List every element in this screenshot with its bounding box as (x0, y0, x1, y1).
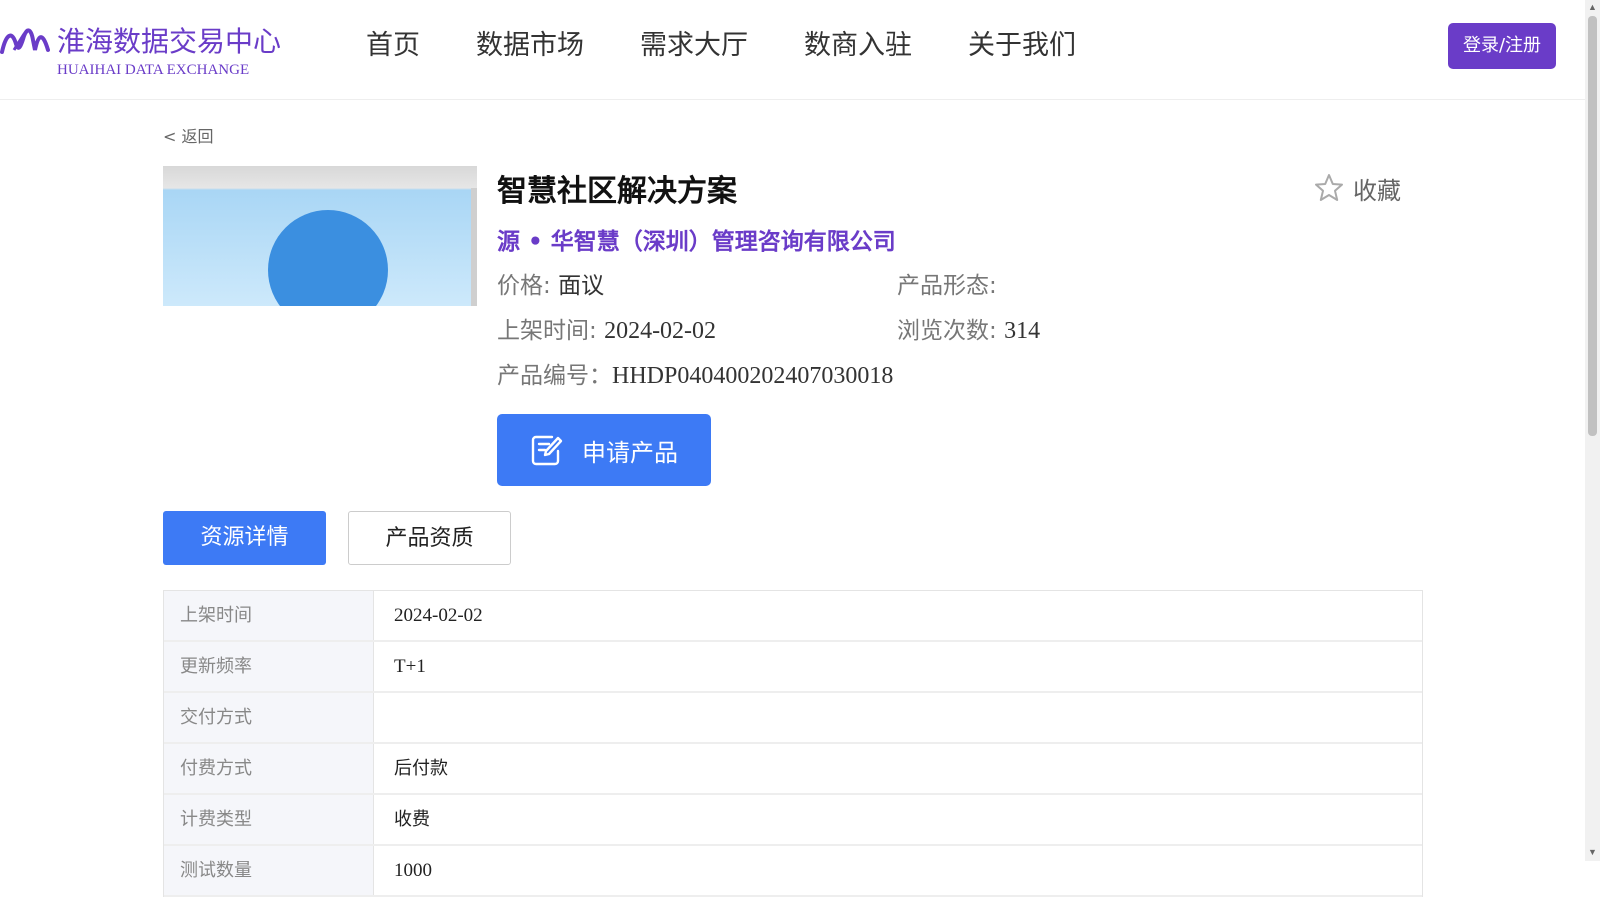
apply-product-label: 申请产品 (582, 438, 678, 467)
edit-icon (531, 435, 563, 466)
page-scrollbar[interactable]: ▲ ▼ (1585, 0, 1600, 861)
main-nav: 首页 数据市场 需求大厅 数商入驻 关于我们 (330, 24, 1104, 68)
table-row: 测试数量 1000 (164, 846, 1422, 897)
price-label: 价格: (497, 273, 551, 299)
logo-title: 淮海数据交易中心 (57, 25, 282, 58)
table-row: 上架时间 2024-02-02 (164, 591, 1422, 642)
row-value: 收费 (394, 809, 430, 830)
favorite-button[interactable]: 收藏 (1313, 170, 1401, 206)
nav-item-about[interactable]: 关于我们 (968, 24, 1076, 68)
favorite-label: 收藏 (1353, 176, 1401, 205)
apply-product-button[interactable]: 申请产品 (497, 414, 711, 486)
nav-item-demand-hall[interactable]: 需求大厅 (640, 24, 748, 68)
back-link[interactable]: < 返回 (163, 123, 214, 147)
row-value (374, 693, 1422, 742)
nav-item-merchant-join[interactable]: 数商入驻 (804, 24, 912, 68)
listed-label: 上架时间: (497, 318, 597, 344)
scroll-up-icon[interactable]: ▲ (1588, 2, 1597, 12)
site-header: 淮海数据交易中心 HUAIHAI DATA EXCHANGE 首页 数据市场 需… (0, 0, 1585, 100)
code-value: HHDP040400202407030018 (612, 363, 894, 389)
logo-subtitle: HUAIHAI DATA EXCHANGE (57, 62, 250, 78)
row-key: 计费类型 (164, 795, 374, 844)
price-field: 价格: 面议 (497, 266, 604, 300)
logo-mark-icon (0, 28, 50, 54)
nav-item-home[interactable]: 首页 (366, 24, 420, 68)
form-label: 产品形态: (897, 273, 997, 299)
site-logo[interactable]: 淮海数据交易中心 HUAIHAI DATA EXCHANGE (0, 20, 290, 80)
row-key: 上架时间 (164, 591, 374, 640)
views-field: 浏览次数: 314 (897, 311, 1040, 345)
listed-value: 2024-02-02 (604, 318, 717, 344)
form-field: 产品形态: (897, 266, 997, 300)
row-key: 交付方式 (164, 693, 374, 742)
image-edge (471, 188, 477, 306)
product-title: 智慧社区解决方案 (497, 174, 737, 209)
provider-name[interactable]: 源 • 华智慧（深圳）管理咨询有限公司 (497, 222, 896, 256)
views-value: 314 (1004, 318, 1041, 344)
row-value: 1000 (394, 860, 432, 881)
tab-product-qualification[interactable]: 产品资质 (348, 511, 511, 565)
row-key: 更新频率 (164, 642, 374, 691)
row-value: 后付款 (394, 758, 448, 779)
row-key: 测试数量 (164, 846, 374, 895)
scroll-down-icon[interactable]: ▼ (1588, 847, 1597, 857)
row-value: 2024-02-02 (394, 605, 483, 626)
table-row: 更新频率 T+1 (164, 642, 1422, 693)
row-value: T+1 (394, 656, 426, 677)
table-row: 计费类型 收费 (164, 795, 1422, 846)
image-arc-shape (268, 210, 388, 306)
scrollbar-thumb[interactable] (1588, 16, 1597, 436)
product-image (163, 166, 477, 306)
login-register-button[interactable]: 登录/注册 (1448, 23, 1556, 69)
code-label: 产品编号： (497, 363, 612, 389)
tab-resource-details[interactable]: 资源详情 (163, 511, 326, 565)
table-row: 付费方式 后付款 (164, 744, 1422, 795)
details-table: 上架时间 2024-02-02 更新频率 T+1 交付方式 付费方式 后付款 计… (163, 590, 1423, 897)
views-label: 浏览次数: (897, 318, 997, 344)
listed-field: 上架时间: 2024-02-02 (497, 311, 716, 345)
star-icon (1315, 174, 1343, 201)
table-row: 交付方式 (164, 693, 1422, 744)
nav-item-data-market[interactable]: 数据市场 (476, 24, 584, 68)
code-field: 产品编号：HHDP040400202407030018 (497, 356, 893, 390)
price-value: 面议 (558, 273, 605, 299)
row-key: 付费方式 (164, 744, 374, 793)
